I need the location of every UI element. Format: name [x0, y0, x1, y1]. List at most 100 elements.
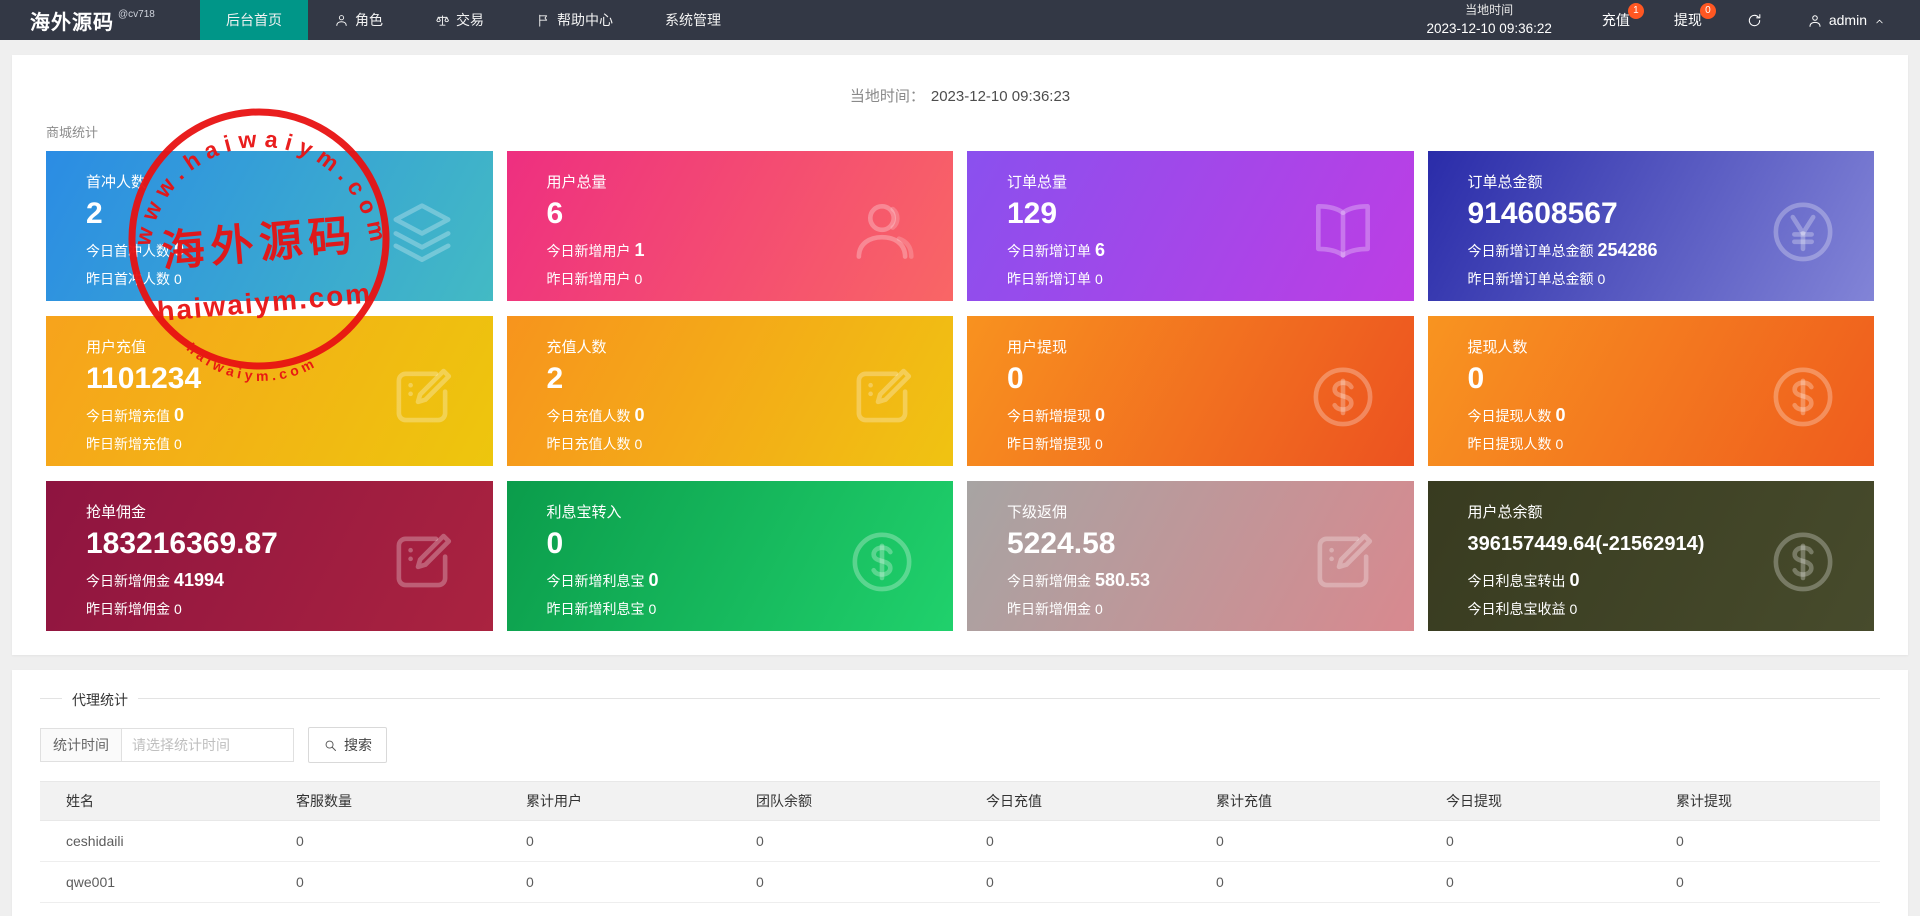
- nav-tab-3[interactable]: 交易: [409, 0, 510, 40]
- nav-tab-5[interactable]: 系统管理: [639, 0, 747, 40]
- stat-card-8: 提现人数 0 今日提现人数 0 昨日提现人数 0: [1427, 316, 1874, 466]
- section-title-shop-stats: 商城统计: [46, 125, 99, 140]
- table-cell: 0: [730, 861, 960, 903]
- scales-icon: [436, 14, 449, 26]
- card-yesterday-line: 昨日新增订单 0: [1007, 271, 1103, 287]
- card-title: 用户提现: [1007, 339, 1068, 356]
- table-cell: 0: [730, 902, 960, 916]
- stat-time-input[interactable]: [122, 728, 294, 762]
- card-today-value: 0: [1569, 570, 1580, 590]
- table-cell: 0: [1190, 820, 1420, 862]
- card-yesterday-value: 0: [1095, 436, 1103, 452]
- stat-card-4: 订单总金额 914608567 今日新增订单总金额 254286 昨日新增订单总金额 0: [1427, 151, 1874, 301]
- edit-icon: [856, 368, 912, 423]
- card-today-value: 254286: [1597, 240, 1658, 260]
- user-big-icon: [856, 204, 914, 259]
- nav-tab-1[interactable]: 后台首页: [200, 0, 308, 40]
- card-icon-wrap: [845, 360, 919, 434]
- content-time-label: 当地时间：: [849, 88, 925, 105]
- nav-tab-2[interactable]: 角色: [308, 0, 409, 40]
- card-today-value: 0: [1095, 405, 1106, 425]
- dollar-circle-icon: [852, 532, 912, 592]
- caret-up-icon: [1876, 19, 1883, 24]
- withdraw-label: 提现: [1673, 12, 1702, 28]
- local-time-label: 当地时间: [1465, 2, 1514, 17]
- table-cell: 123777: [40, 902, 270, 916]
- dollar-circle-icon: [1773, 367, 1833, 427]
- card-yesterday-line: 昨日新增充值 0: [86, 436, 182, 452]
- table-header-cell: 累计用户: [500, 781, 730, 821]
- shop-statistics-panel: 当地时间： 2023-12-10 09:36:23 商城统计 首冲人数 2 今日首冲人…: [12, 55, 1908, 655]
- card-yesterday-line: 昨日新增订单总金额 0: [1467, 271, 1606, 287]
- user-icon: [336, 14, 347, 26]
- table-cell: 0: [1190, 902, 1420, 916]
- card-title: 抢单佣金: [86, 504, 147, 521]
- table-cell: 0: [1190, 861, 1420, 903]
- card-today-value: 0: [174, 405, 185, 425]
- brand-logo[interactable]: 海外源码 @cv718: [0, 0, 200, 40]
- table-row-3: 1237770000000: [40, 902, 1880, 916]
- stat-cards-grid: 首冲人数 2 今日首冲人数 0 昨日首冲人数 0 用户总量 6 今日新增用户 1 昨日新增用户 0 订单…: [34, 151, 1886, 631]
- table-header-cell: 今日提现: [1420, 781, 1650, 821]
- refresh-button[interactable]: [1724, 0, 1785, 40]
- card-yesterday-value: 0: [1569, 601, 1578, 617]
- agent-statistics-panel: 代理统计 统计时间 搜索 姓名客服数量累计用户团队余额今日充值累计充值今日提现累…: [12, 670, 1908, 916]
- card-yesterday-value: 0: [634, 271, 643, 287]
- withdraw-button[interactable]: 提现 0: [1652, 0, 1724, 40]
- table-cell: 0: [270, 820, 500, 862]
- edit-icon: [396, 533, 451, 588]
- table-header-cell: 累计充值: [1190, 781, 1420, 821]
- card-today-value: 6: [1095, 240, 1106, 260]
- nav-tab-label: 角色: [355, 12, 383, 28]
- card-title: 首冲人数: [86, 174, 147, 191]
- table-cell: 0: [1420, 820, 1650, 862]
- filter-row: 统计时间 搜索: [40, 727, 1880, 763]
- card-yesterday-line: 昨日新增用户 0: [546, 271, 643, 287]
- table-cell: 0: [500, 902, 730, 916]
- recharge-button[interactable]: 充值 1: [1580, 0, 1652, 40]
- card-icon-wrap: [1306, 360, 1380, 434]
- table-header-cell: 团队余额: [730, 781, 960, 821]
- card-today-value: 41994: [174, 570, 225, 590]
- card-today-value: 0: [648, 570, 659, 590]
- card-yesterday-value: 0: [174, 601, 182, 617]
- table-header-cell: 客服数量: [270, 781, 500, 821]
- card-title: 订单总金额: [1467, 174, 1543, 191]
- table-cell: ceshidaili: [40, 820, 270, 862]
- card-yesterday-value: 0: [1597, 271, 1606, 287]
- card-icon-wrap: [1766, 360, 1840, 434]
- card-today-value: 0: [1555, 405, 1566, 425]
- table-body: ceshidaili0000000qwe00100000001237770000…: [40, 820, 1880, 916]
- card-title: 订单总量: [1007, 174, 1068, 191]
- table-cell: 0: [1420, 861, 1650, 903]
- stat-card-7: 用户提现 0 今日新增提现 0 昨日新增提现 0: [967, 316, 1414, 466]
- card-today-value: 580.53: [1095, 570, 1151, 590]
- card-icon-wrap: [1306, 195, 1380, 269]
- nav-tab-label: 后台首页: [226, 12, 282, 28]
- brand-name: 海外源码: [30, 11, 114, 34]
- card-yesterday-value: 0: [1555, 436, 1564, 452]
- card-yesterday-line: 昨日新增佣金 0: [1007, 601, 1103, 617]
- nav-tab-4[interactable]: 帮助中心: [510, 0, 639, 40]
- stat-card-1: 首冲人数 2 今日首冲人数 0 昨日首冲人数 0: [46, 151, 493, 301]
- nav-tab-label: 帮助中心: [557, 12, 613, 28]
- table-cell: qwe001: [40, 861, 270, 903]
- username: admin: [1828, 12, 1867, 28]
- card-title: 用户充值: [86, 339, 147, 356]
- card-today-value: 0: [174, 240, 185, 260]
- user-menu[interactable]: admin: [1785, 0, 1920, 40]
- table-cell: 0: [960, 820, 1190, 862]
- book-icon: [1315, 204, 1370, 258]
- card-icon-wrap: [1306, 525, 1380, 599]
- card-yesterday-value: 0: [1095, 271, 1103, 287]
- local-time-value: 2023-12-10 09:36:22: [1426, 20, 1552, 36]
- card-yesterday-value: 0: [174, 436, 182, 452]
- edit-icon: [1317, 533, 1372, 588]
- table-cell: 0: [1650, 820, 1880, 862]
- brand-version: @cv718: [118, 8, 155, 20]
- card-icon-wrap: [1766, 525, 1840, 599]
- main-nav: 后台首页 角色 交易 帮助中心 系统管理: [200, 0, 747, 40]
- search-button[interactable]: 搜索: [308, 727, 387, 763]
- agent-fieldset: 代理统计 统计时间 搜索 姓名客服数量累计用户团队余额今日充值累计充值今日提现累…: [40, 690, 1880, 916]
- nav-tab-label: 系统管理: [665, 12, 721, 28]
